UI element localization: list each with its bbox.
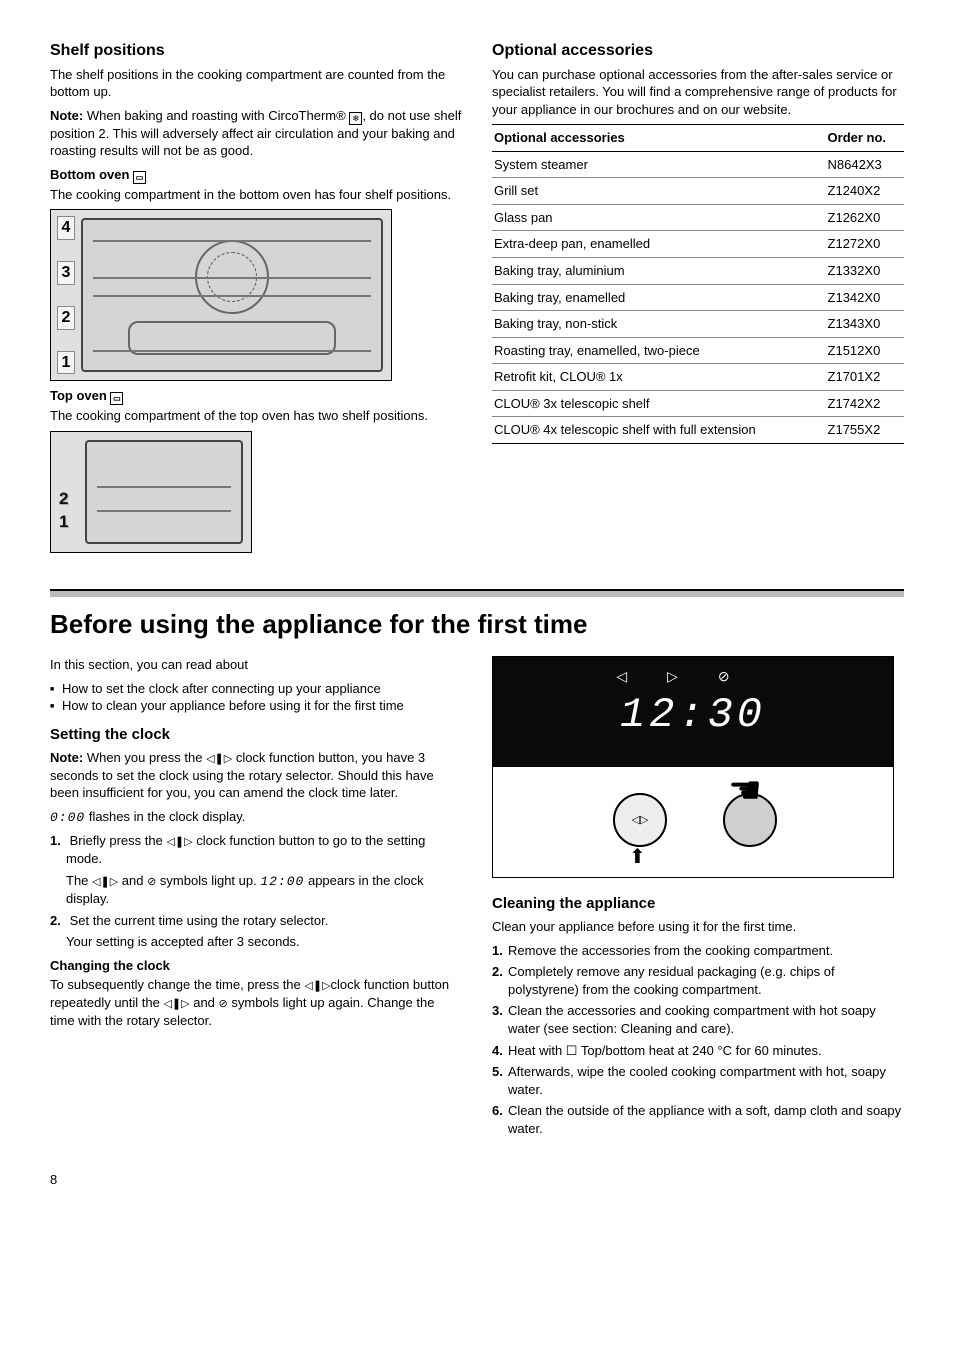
figure-bottom-oven: 4 3 2 1 [50,209,392,381]
list-item: How to clean your appliance before using… [62,697,462,715]
lcd-time: 12:30 [620,687,766,744]
clock-arrows-icon: ◁❚▷ [166,835,192,850]
table-row: Baking tray, enamelledZ1342X0 [492,284,904,311]
list-item: Completely remove any residual packaging… [508,963,904,998]
table-row: Extra-deep pan, enamelledZ1272X0 [492,231,904,258]
th-accessory: Optional accessories [492,125,826,152]
th-order-no: Order no. [826,125,904,152]
cleaning-heading: Cleaning the appliance [492,894,904,914]
table-row: System steamerN8642X3 [492,151,904,178]
clock-note: Note: When you press the ◁❚▷ clock funct… [50,749,462,802]
list-item: How to set the clock after connecting up… [62,680,462,698]
table-row: Grill setZ1240X2 [492,178,904,205]
figure-clock-display: ◁▷⊘ 12:30 ◁▷ ⬆ ☚ [492,656,894,878]
list-item: Clean the accessories and cooking compar… [508,1002,904,1037]
clock-arrows-icon: ◁❚▷ [304,979,330,994]
figure-top-oven: 2 1 [50,431,252,553]
oven-icon: ▭ [110,392,123,405]
table-row: CLOU® 4x telescopic shelf with full exte… [492,417,904,444]
section2-intro: In this section, you can read about [50,656,462,674]
clock-arrows-icon: ◁▷ [616,668,718,684]
shelf-positions-heading: Shelf positions [50,40,462,62]
timer-icon: ⊘ [147,875,156,890]
changing-clock-text: To subsequently change the time, press t… [50,976,462,1029]
before-using-heading: Before using the appliance for the first… [50,607,904,642]
bottom-oven-text: The cooking compartment in the bottom ov… [50,186,462,204]
hand-icon: ☚ [728,766,762,817]
setting-clock-heading: Setting the clock [50,725,462,745]
clock-arrows-icon: ◁❚▷ [163,997,189,1012]
oven-icon: ▭ [133,171,146,184]
list-item: Clean the outside of the appliance with … [508,1102,904,1137]
clock-button-graphic: ◁▷ [613,793,667,847]
clock-arrows-icon: ◁❚▷ [206,752,232,767]
table-row: CLOU® 3x telescopic shelfZ1742X2 [492,390,904,417]
timer-icon: ⊘ [219,997,228,1012]
section-divider [50,589,904,597]
changing-clock-subhead: Changing the clock [50,957,462,975]
shelf-intro: The shelf positions in the cooking compa… [50,66,462,101]
bottom-oven-subhead: Bottom oven ▭ [50,166,462,184]
list-item: Heat with ☐ Top/bottom heat at 240 °C fo… [508,1042,904,1060]
optional-accessories-heading: Optional accessories [492,40,904,62]
accessories-table: Optional accessories Order no. System st… [492,124,904,444]
timer-icon: ⊘ [718,668,770,684]
fan-icon: ✻ [349,112,362,125]
table-row: Baking tray, aluminiumZ1332X0 [492,257,904,284]
table-row: Glass panZ1262X0 [492,204,904,231]
table-row: Retrofit kit, CLOU® 1xZ1701X2 [492,364,904,391]
list-item: Remove the accessories from the cooking … [508,942,904,960]
optional-accessories-intro: You can purchase optional accessories fr… [492,66,904,119]
step-2: Set the current time using the rotary se… [66,912,462,951]
table-row: Roasting tray, enamelled, two-pieceZ1512… [492,337,904,364]
table-row: Baking tray, non-stickZ1343X0 [492,311,904,338]
page-number: 8 [50,1171,904,1189]
cleaning-intro: Clean your appliance before using it for… [492,918,904,936]
flash-line: 0:00 flashes in the clock display. [50,808,462,827]
arrow-up-icon: ⬆ [629,844,646,871]
top-oven-text: The cooking compartment of the top oven … [50,407,462,425]
shelf-note: Note: When baking and roasting with Circ… [50,107,462,160]
clock-arrows-icon: ◁❚▷ [92,875,118,890]
top-oven-subhead: Top oven ▭ [50,387,462,405]
step-1: Briefly press the ◁❚▷ clock function but… [66,832,462,907]
list-item: Afterwards, wipe the cooled cooking comp… [508,1063,904,1098]
